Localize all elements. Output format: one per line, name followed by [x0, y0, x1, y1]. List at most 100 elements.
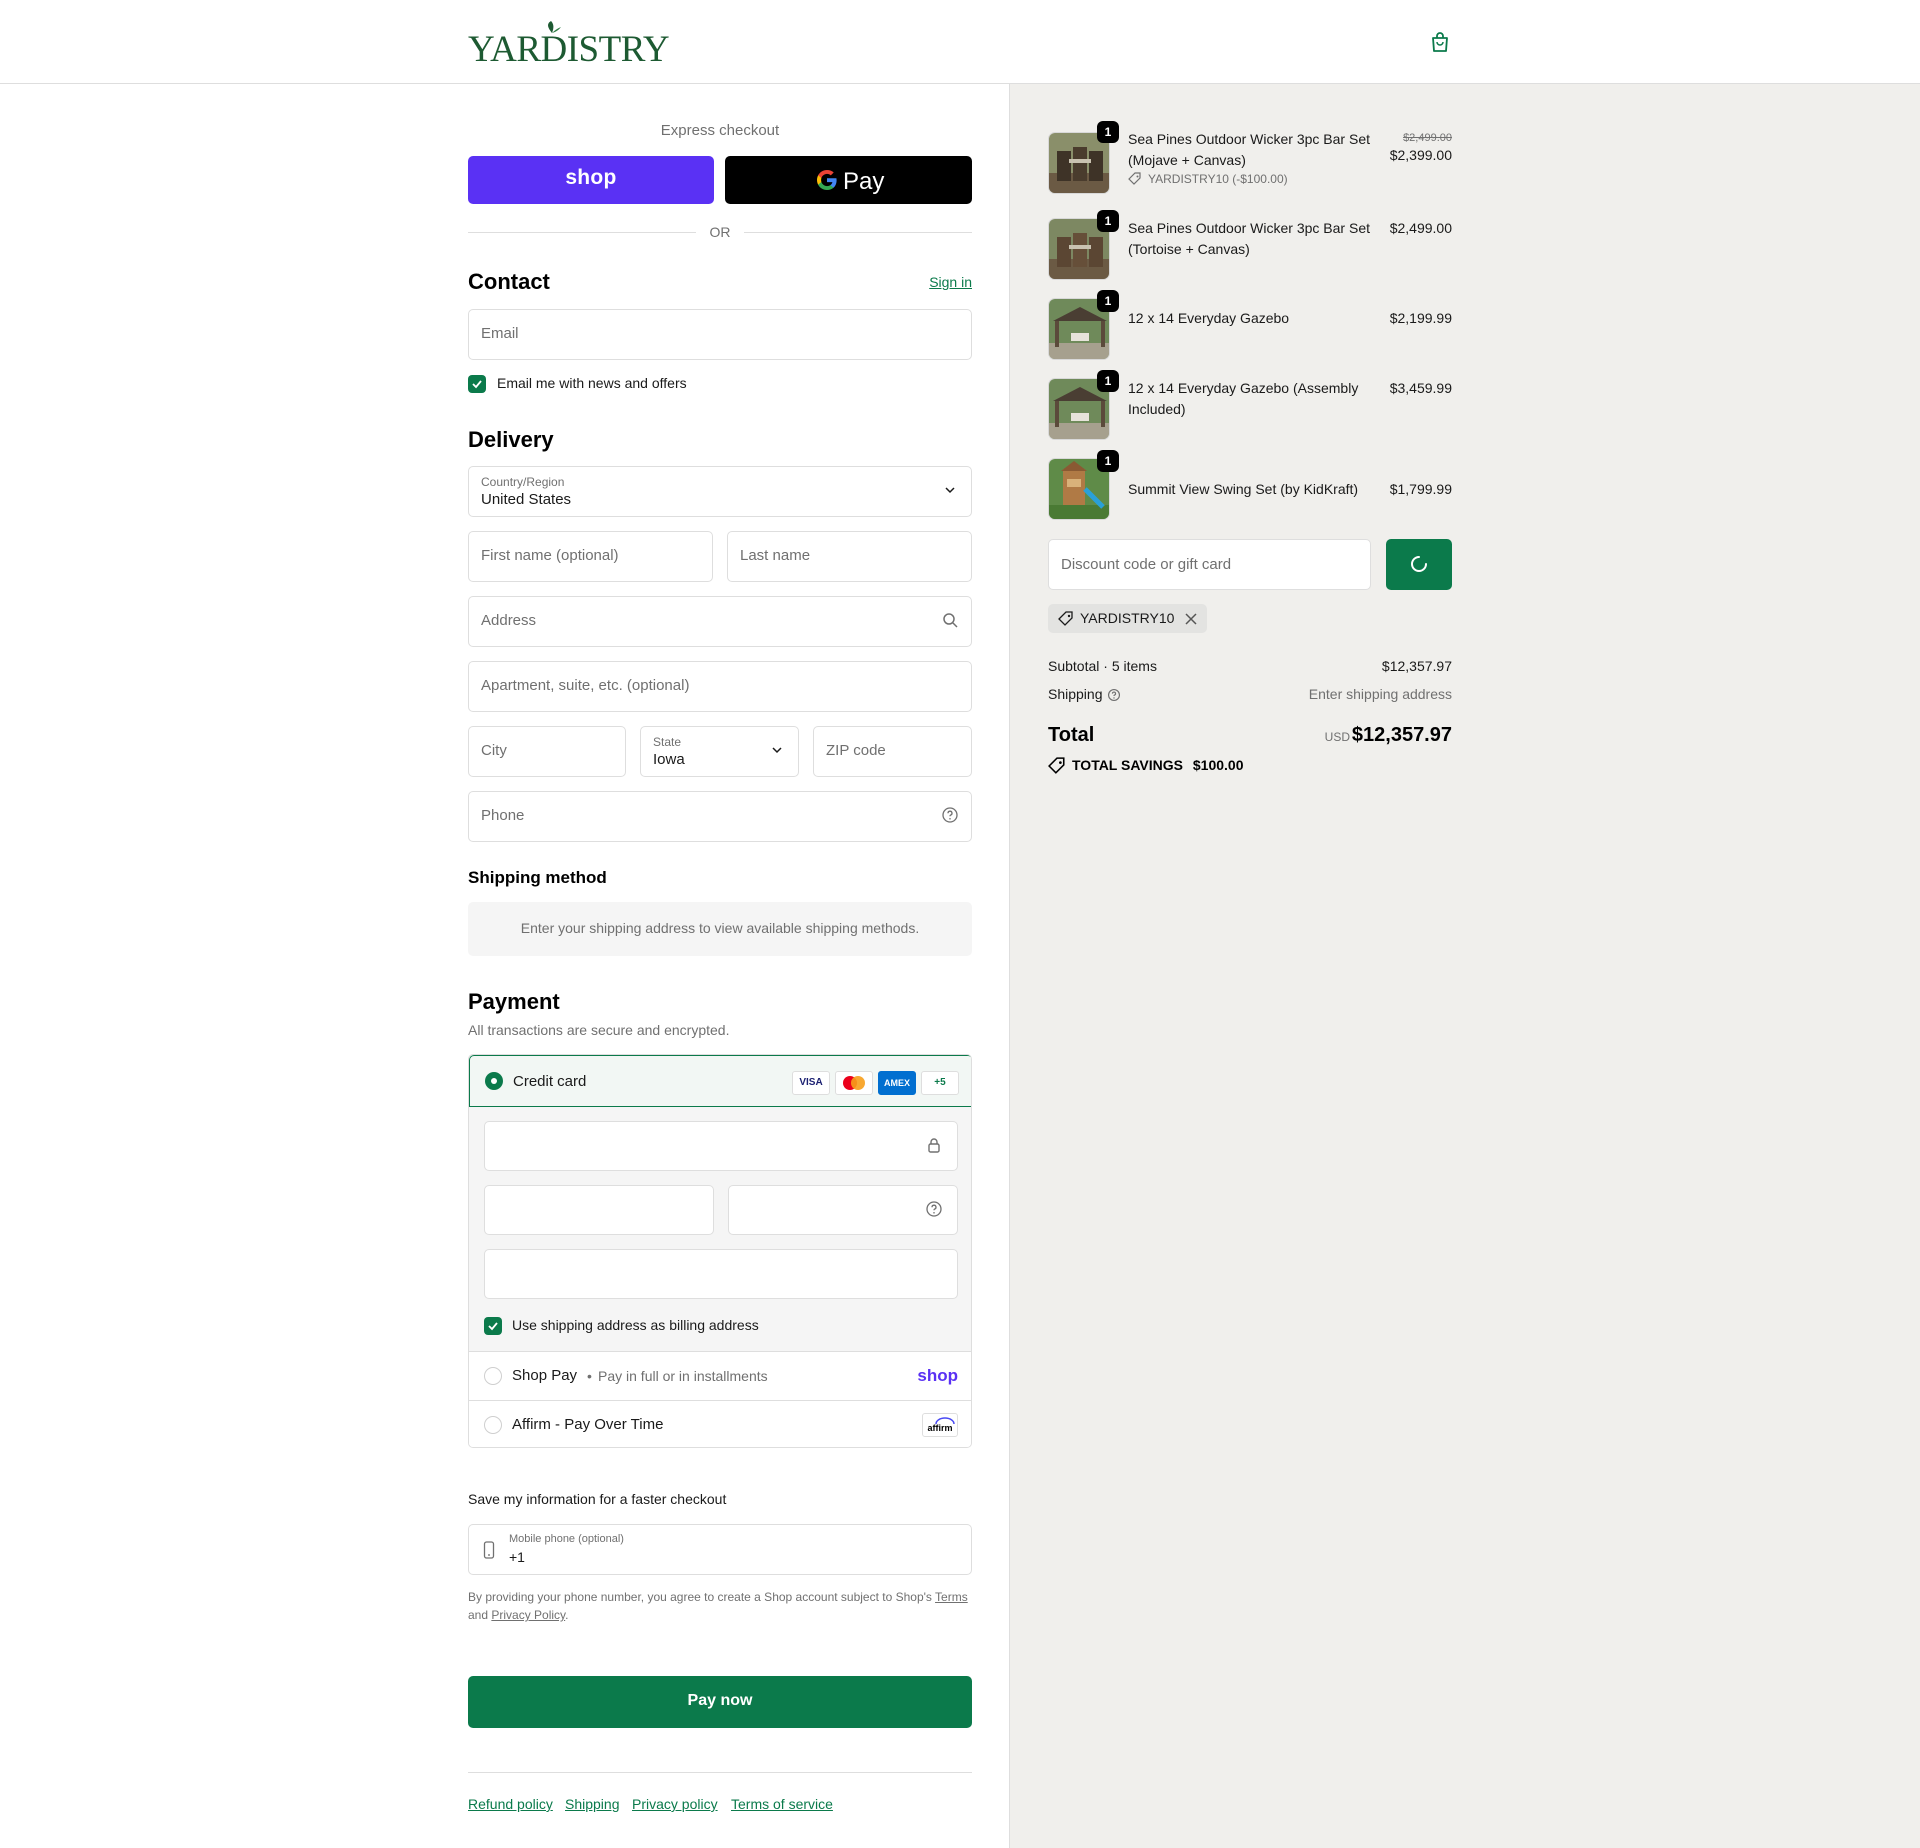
- payment-heading: Payment: [468, 989, 560, 1014]
- quantity-badge: 1: [1097, 121, 1119, 143]
- google-pay-label: Pay: [843, 168, 885, 195]
- shop-pay-label: Shop Pay: [512, 1367, 578, 1384]
- applied-discount-tag: YARDISTRY10: [1048, 604, 1207, 633]
- more-cards-badge: +5: [921, 1071, 959, 1095]
- shop-pay-logo: shop: [917, 1366, 958, 1385]
- state-label: State: [653, 735, 682, 749]
- refund-policy-link[interactable]: Refund policy: [468, 1796, 553, 1812]
- billing-same-checkbox[interactable]: [484, 1317, 502, 1335]
- last-name-field[interactable]: Last name: [727, 531, 972, 582]
- shop-pay-option[interactable]: Shop Pay • Pay in full or in installment…: [469, 1351, 971, 1400]
- close-icon[interactable]: [1185, 613, 1197, 625]
- first-name-field[interactable]: First name (optional): [468, 531, 713, 582]
- news-opt-in-label: Email me with news and offers: [497, 375, 687, 391]
- affirm-radio[interactable]: [484, 1416, 502, 1434]
- expiration-field[interactable]: [484, 1185, 714, 1235]
- sign-in-link[interactable]: Sign in: [929, 274, 972, 290]
- search-icon: [943, 613, 958, 628]
- shipping-policy-link[interactable]: Shipping: [565, 1796, 620, 1812]
- applied-discount-code: YARDISTRY10: [1080, 610, 1175, 626]
- address-field[interactable]: Address: [468, 596, 972, 647]
- terms-link[interactable]: Terms: [935, 1590, 968, 1604]
- help-icon[interactable]: [925, 1200, 943, 1218]
- google-pay-button[interactable]: Pay: [725, 156, 972, 204]
- billing-same-label: Use shipping address as billing address: [512, 1317, 759, 1333]
- country-value: United States: [481, 491, 572, 508]
- apartment-field[interactable]: Apartment, suite, etc. (optional): [468, 661, 972, 712]
- total-savings-label: TOTAL SAVINGS: [1072, 757, 1183, 773]
- check-icon: [472, 380, 482, 389]
- total-currency: USD: [1324, 730, 1350, 744]
- email-placeholder: Email: [481, 325, 519, 342]
- shipping-value: Enter shipping address: [1308, 686, 1452, 702]
- state-select[interactable]: State Iowa: [640, 726, 799, 777]
- total-savings: TOTAL SAVINGS $100.00: [1072, 757, 1243, 773]
- card-number-field[interactable]: [484, 1121, 958, 1171]
- apply-discount-button[interactable]: [1386, 539, 1452, 590]
- chevron-down-icon: [945, 487, 955, 494]
- city-field[interactable]: City: [468, 726, 626, 777]
- total-value: $12,357.97: [1351, 724, 1452, 746]
- help-icon[interactable]: [941, 806, 959, 824]
- credit-card-option[interactable]: Credit card VISA AMEX +5: [469, 1055, 971, 1107]
- tag-icon: [1128, 172, 1141, 185]
- product-name: Summit View Swing Set (by KidKraft): [1128, 481, 1359, 497]
- privacy-policy-footer-link[interactable]: Privacy policy: [632, 1796, 718, 1812]
- pay-now-label: Pay now: [687, 1692, 753, 1709]
- discount-code-input[interactable]: Discount code or gift card: [1048, 539, 1371, 590]
- shop-pay-button[interactable]: shop: [468, 156, 714, 204]
- zip-field[interactable]: ZIP code: [813, 726, 972, 777]
- shopping-bag-icon[interactable]: [1428, 30, 1452, 54]
- delivery-heading: Delivery: [468, 427, 554, 452]
- payment-methods: Credit card VISA AMEX +5 Use shipping ad…: [468, 1054, 972, 1448]
- state-value: Iowa: [653, 751, 685, 768]
- security-code-field[interactable]: [728, 1185, 958, 1235]
- product-price: $2,399.00: [1389, 147, 1452, 163]
- or-divider: OR: [468, 222, 972, 242]
- terms-of-service-link[interactable]: Terms of service: [731, 1796, 833, 1812]
- first-name-placeholder: First name (optional): [481, 547, 619, 564]
- tag-icon: [1058, 611, 1073, 626]
- shop-pay-radio[interactable]: [484, 1367, 502, 1385]
- quantity-badge: 1: [1097, 450, 1119, 472]
- pay-now-button[interactable]: Pay now: [468, 1676, 972, 1728]
- product-name: Sea Pines Outdoor Wicker 3pc Bar Set (Mo…: [1128, 131, 1370, 168]
- apartment-placeholder: Apartment, suite, etc. (optional): [481, 677, 690, 694]
- discount-code-placeholder: Discount code or gift card: [1061, 556, 1232, 573]
- name-on-card-field[interactable]: [484, 1249, 958, 1299]
- product-price: $1,799.99: [1389, 481, 1452, 497]
- mastercard-icon: [835, 1071, 873, 1095]
- quantity-badge: 1: [1097, 370, 1119, 392]
- shipping-method-heading: Shipping method: [468, 868, 607, 887]
- footer-divider: [468, 1772, 972, 1773]
- country-select[interactable]: Country/Region United States: [468, 466, 972, 517]
- product-price: $3,459.99: [1389, 380, 1452, 396]
- email-field[interactable]: Email: [468, 309, 972, 360]
- affirm-option[interactable]: Affirm - Pay Over Time affirm: [469, 1400, 971, 1447]
- product-name: 12 x 14 Everyday Gazebo: [1128, 310, 1290, 326]
- shop-pay-logo: shop: [565, 166, 617, 189]
- chevron-down-icon: [772, 747, 782, 754]
- express-checkout-label: Express checkout: [660, 122, 780, 139]
- credit-card-radio[interactable]: [485, 1072, 503, 1090]
- address-placeholder: Address: [481, 612, 537, 629]
- credit-card-form: Use shipping address as billing address: [469, 1107, 971, 1351]
- spinner-icon: [1411, 556, 1427, 572]
- visa-icon: VISA: [792, 1071, 830, 1095]
- phone-field[interactable]: Phone: [468, 791, 972, 842]
- last-name-placeholder: Last name: [740, 547, 811, 564]
- privacy-policy-link[interactable]: Privacy Policy: [491, 1608, 565, 1622]
- product-name: 12 x 14 Everyday Gazebo (Assembly Includ…: [1128, 380, 1359, 417]
- legal-text: .: [565, 1608, 569, 1622]
- total-label: Total: [1048, 724, 1095, 746]
- bullet-separator: •: [587, 1368, 592, 1384]
- quantity-badge: 1: [1097, 290, 1119, 312]
- shop-account-legal: By providing your phone number, you agre…: [468, 1588, 972, 1624]
- yardistry-logo[interactable]: YARDISTRY: [468, 18, 670, 70]
- lock-icon: [928, 1138, 940, 1153]
- item-discount: YARDISTRY10 (-$100.00): [1148, 172, 1288, 186]
- news-opt-in-checkbox[interactable]: [468, 375, 486, 393]
- mobile-phone-field[interactable]: Mobile phone (optional) +1: [468, 1524, 972, 1575]
- total-savings-value: $100.00: [1192, 757, 1244, 773]
- help-icon[interactable]: [1107, 688, 1121, 702]
